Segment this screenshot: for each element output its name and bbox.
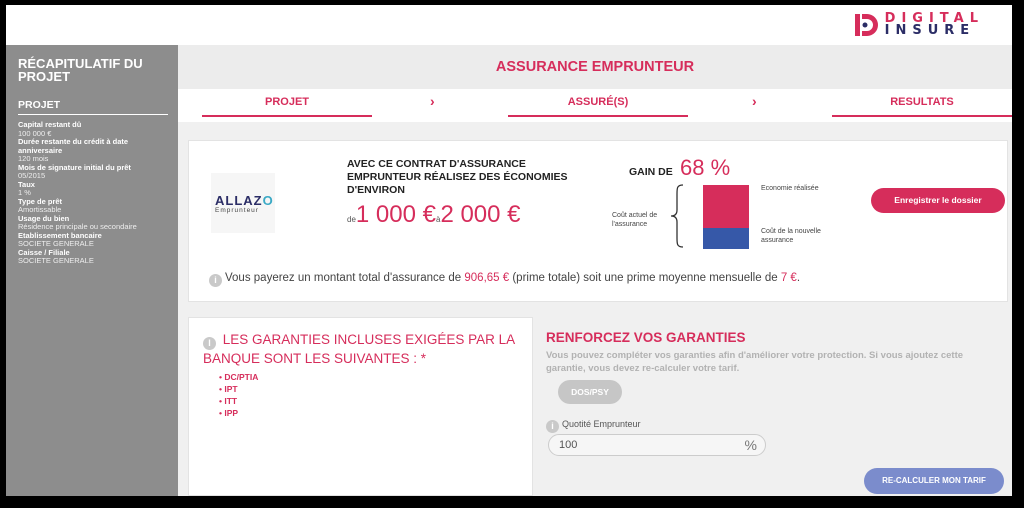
gain-percentage: 68 % <box>680 155 731 180</box>
info-text-start: Vous payerez un montant total d'assuranc… <box>225 272 465 284</box>
digital-insure-logo[interactable]: DIGITAL INSURE <box>853 12 984 38</box>
step-projet[interactable]: PROJET <box>202 95 372 117</box>
list-item: DC/PTIA <box>219 371 258 383</box>
recalculate-button[interactable]: RE-CALCULER MON TARIF <box>864 468 1004 494</box>
quotite-input[interactable]: 100 % <box>548 434 766 456</box>
info-text-end: . <box>796 272 801 284</box>
current-cost-label: Coût actuel de l'assurance <box>612 212 658 228</box>
list-item: IPP <box>219 407 258 419</box>
step-assures[interactable]: ASSURÉ(S) <box>508 95 688 117</box>
info-text-middle: (prime totale) soit une prime moyenne me… <box>509 272 781 284</box>
percent-icon: % <box>744 437 757 453</box>
gain-label: GAIN DE <box>629 166 673 178</box>
dos-psy-toggle[interactable]: DOS/PSY <box>558 380 622 404</box>
reinforce-title: RENFORCEZ VOS GARANTIES <box>546 330 746 345</box>
field-value: 05/2015 <box>18 171 46 180</box>
quotite-label-text: Quotité Emprunteur <box>562 419 641 429</box>
info-icon: i <box>209 274 222 287</box>
field-label: Durée restante du crédit à date annivers… <box>18 137 129 155</box>
savings-bar-label: Economie réalisée <box>761 185 819 192</box>
guarantees-title: i LES GARANTIES INCLUSES EXIGÉES PAR LA … <box>203 331 523 368</box>
save-file-button[interactable]: Enregistrer le dossier <box>871 188 1005 213</box>
step-progress-bar: PROJET › ASSURÉ(S) › RESULTATS <box>178 89 1012 122</box>
step-resultats[interactable]: RESULTATS <box>832 95 1012 117</box>
logo-mark-icon <box>854 14 878 36</box>
insurer-logo: ALLAZO Emprunteur <box>211 173 275 233</box>
new-cost-bar-label: Coût de la nouvelle assurance <box>761 228 821 244</box>
range-from-word: de <box>347 215 356 224</box>
list-item: IPT <box>219 383 258 395</box>
logo-text: DIGITAL INSURE <box>884 12 984 38</box>
guarantees-list: DC/PTIA IPT ITT IPP <box>219 371 258 419</box>
chevron-right-icon: › <box>430 93 435 109</box>
total-premium-info: i Vous payerez un montant total d'assuran… <box>209 272 800 287</box>
quotite-value: 100 <box>559 439 578 451</box>
insurer-subtitle: Emprunteur <box>215 207 259 214</box>
logo-line-2: INSURE <box>884 23 976 38</box>
savings-bar <box>703 185 749 228</box>
sidebar-section-title: PROJET <box>18 99 168 115</box>
list-item: ITT <box>219 395 258 407</box>
top-bar: DIGITAL INSURE <box>6 5 1012 45</box>
reinforce-subtitle: Vous pouvez compléter vos garanties afin… <box>546 350 964 374</box>
quotite-label: i Quotité Emprunteur <box>546 419 641 433</box>
info-icon: i <box>203 337 216 350</box>
total-premium-amount: 906,65 € <box>464 272 510 284</box>
range-max: 2 000 € <box>440 201 521 228</box>
insurer-name-main: ALLAZ <box>215 193 263 208</box>
field-label: Taux <box>18 179 35 189</box>
new-cost-bar <box>703 228 749 249</box>
sidebar-field-list: Capital restant dû 100 000 € Durée resta… <box>18 120 168 266</box>
included-guarantees-card: i LES GARANTIES INCLUSES EXIGÉES PAR LA … <box>188 317 533 496</box>
insurer-name: ALLAZO <box>215 193 274 208</box>
main-content: ASSURANCE EMPRUNTEUR PROJET › ASSURÉ(S) … <box>178 45 1012 496</box>
guarantees-title-text: LES GARANTIES INCLUSES EXIGÉES PAR LA BA… <box>203 332 515 366</box>
info-icon: i <box>546 420 559 433</box>
page-title: ASSURANCE EMPRUNTEUR <box>178 45 1012 89</box>
project-summary-sidebar: RÉCAPITULATIF DU PROJET PROJET Capital r… <box>6 45 178 496</box>
savings-headline: AVEC CE CONTRAT D'ASSURANCE EMPRUNTEUR R… <box>347 158 568 196</box>
range-min: 1 000 € <box>355 201 436 228</box>
field-value: SOCIETE GENERALE <box>18 256 94 265</box>
app-window: DIGITAL INSURE RÉCAPITULATIF DU PROJET P… <box>6 5 1012 496</box>
savings-range: de1 000 €à2 000 € <box>347 201 521 229</box>
brace-icon <box>670 184 684 248</box>
insurer-name-accent: O <box>262 193 274 208</box>
offer-card: ALLAZO Emprunteur AVEC CE CONTRAT D'ASSU… <box>188 140 1008 302</box>
chevron-right-icon: › <box>752 93 757 109</box>
monthly-premium-amount: 7 € <box>780 272 797 284</box>
reinforce-guarantees-card: RENFORCEZ VOS GARANTIES Vous pouvez comp… <box>534 317 1008 496</box>
sidebar-title: RÉCAPITULATIF DU PROJET <box>18 56 143 84</box>
